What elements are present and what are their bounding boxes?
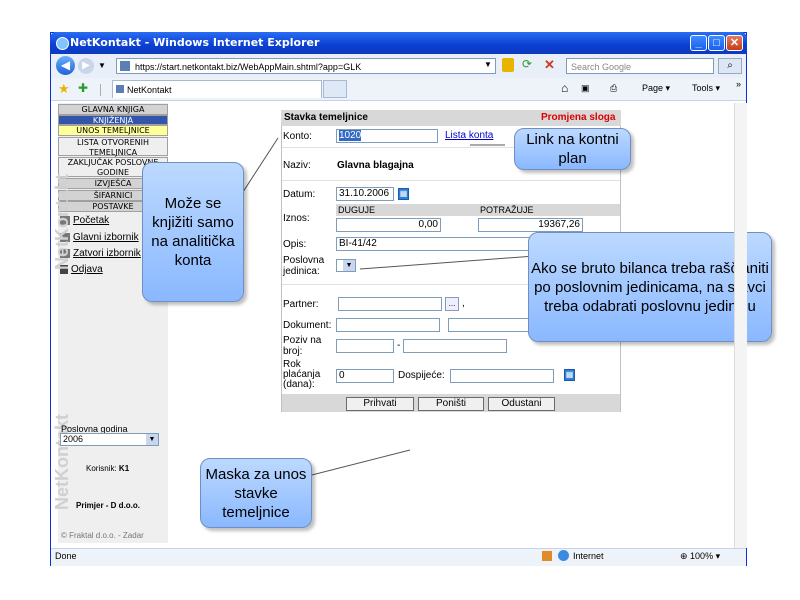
chevron-down-icon: ▼	[146, 434, 158, 445]
partner-lookup-button[interactable]: ...	[445, 297, 459, 311]
window-title: NetKontakt - Windows Internet Explorer	[70, 36, 320, 49]
partner-comma: ,	[462, 298, 465, 309]
naziv-value: Glavna blagajna	[337, 160, 414, 171]
page-icon	[120, 61, 130, 71]
konto-label: Konto:	[283, 131, 312, 142]
zoom-value: 100%	[690, 551, 714, 561]
callout-maska: Maska za unos stavke temeljnice	[200, 458, 312, 528]
feeds-icon[interactable]: ▣	[581, 83, 590, 94]
duguje-header: DUGUJE	[336, 204, 478, 216]
page-menu[interactable]: Page ▾	[642, 83, 670, 94]
minimize-button[interactable]: _	[690, 35, 707, 51]
chevron-down-icon: ▼	[343, 260, 355, 271]
dospijece-label: Dospijeće:	[398, 370, 445, 381]
browser-tab[interactable]: NetKontakt	[112, 80, 322, 98]
add-favorites-icon[interactable]: ✚	[78, 81, 88, 95]
poziv-label: Poziv na broj:	[283, 335, 322, 357]
refresh-icon[interactable]: ⟳	[522, 57, 532, 71]
opis-input[interactable]: BI-41/42	[336, 237, 536, 251]
rok-label: Rok plaćanja (dana):	[283, 359, 321, 390]
dospijece-input[interactable]	[450, 369, 554, 383]
poziv-separator: -	[397, 340, 401, 351]
ponisti-button[interactable]: Poništi	[418, 397, 484, 411]
odustani-button[interactable]: Odustani	[488, 397, 555, 411]
poziv-input-1[interactable]	[336, 339, 394, 353]
partner-label: Partner:	[283, 299, 319, 310]
callout-analitika: Može se knjižiti samo na analitička kont…	[142, 162, 244, 302]
user-value: K1	[118, 464, 130, 473]
konto-input[interactable]: 1020	[336, 129, 438, 143]
vertical-scrollbar[interactable]	[734, 103, 747, 548]
tab-page-icon	[116, 85, 124, 93]
forward-button[interactable]: ▶	[78, 58, 94, 74]
jedinica-select[interactable]: ▼	[336, 259, 356, 272]
naziv-label: Naziv:	[283, 160, 311, 171]
sidebar-menu-item[interactable]: GLAVNA KNJIGA	[58, 104, 168, 115]
datum-label: Datum:	[283, 189, 316, 200]
form-separator	[282, 180, 620, 181]
tools-menu-label: Tools	[692, 83, 714, 93]
page-menu-label: Page	[642, 83, 664, 93]
status-bar	[51, 548, 746, 566]
user-label-text: Korisnik:	[86, 464, 117, 473]
zoom-control[interactable]: ⊕ 100% ▾	[680, 551, 720, 562]
sidebar-link-label: Početak	[73, 215, 110, 226]
search-input[interactable]: Search Google	[566, 58, 714, 74]
partner-input[interactable]	[338, 297, 442, 311]
chevron-right-icon[interactable]: »	[736, 79, 741, 89]
sidebar-link-label: Glavni izbornik	[73, 232, 139, 243]
home-icon[interactable]: ⌂	[561, 81, 568, 95]
stop-icon[interactable]: ✕	[544, 57, 555, 73]
history-dropdown-icon[interactable]: ▼	[98, 61, 106, 70]
company-name: Primjer - D d.o.o.	[76, 501, 141, 510]
rok-input[interactable]: 0	[336, 369, 394, 383]
watermark-logo: NetKontakt	[52, 173, 72, 270]
sidebar-menu-item[interactable]: KNJIŽENJA	[58, 115, 168, 125]
konto-value: 1020	[339, 130, 362, 141]
address-dropdown-icon[interactable]: ▼	[484, 60, 492, 69]
maximize-button[interactable]: □	[708, 35, 725, 51]
form-title: Stavka temeljnice	[284, 112, 368, 123]
prihvati-button[interactable]: Prihvati	[346, 397, 414, 411]
zone-text: Internet	[573, 551, 604, 561]
lista-konta-link[interactable]: Lista konta	[445, 130, 493, 141]
jedinica-label: Poslovna jedinica:	[283, 255, 325, 277]
address-input[interactable]: https://start.netkontakt.biz/WebAppMain.…	[116, 58, 496, 74]
form-mode: Promjena sloga	[541, 112, 616, 123]
popup-blocker-icon	[542, 551, 552, 561]
sidebar-link-label: Odjava	[71, 264, 103, 275]
new-tab-button[interactable]	[323, 80, 347, 98]
callout-link: Link na kontni plan	[514, 128, 631, 170]
copyright: © Fraktal d.o.o. - Zadar	[61, 531, 144, 540]
back-button[interactable]: ◀	[56, 56, 75, 75]
year-value: 2006	[63, 434, 84, 444]
dokument-input-2[interactable]	[448, 318, 538, 332]
ie-logo-icon	[56, 37, 69, 50]
iznos-label: Iznos:	[283, 213, 310, 224]
year-select[interactable]: 2006 ▼	[60, 433, 159, 446]
sidebar-menu-item[interactable]: UNOS TEMELJNICE	[58, 125, 168, 136]
globe-icon	[558, 550, 569, 561]
lock-icon[interactable]	[502, 58, 514, 72]
datum-input[interactable]: 31.10.2006	[336, 187, 394, 201]
search-icon[interactable]: ⌕	[718, 58, 742, 74]
tools-menu[interactable]: Tools ▾	[692, 83, 720, 94]
status-text: Done	[55, 551, 77, 561]
calendar-icon[interactable]: ▦	[398, 188, 409, 200]
opis-label: Opis:	[283, 239, 307, 250]
poziv-input-2[interactable]	[403, 339, 507, 353]
calendar-icon[interactable]: ▦	[564, 369, 575, 381]
close-button[interactable]: ✕	[726, 35, 743, 51]
potrazuje-header: POTRAŽUJE	[478, 204, 620, 216]
duguje-input[interactable]: 0,00	[336, 218, 441, 232]
potrazuje-input[interactable]: 19367,26	[478, 218, 583, 232]
sidebar-link-label: Zatvori izbornik	[73, 248, 141, 259]
dokument-label: Dokument:	[283, 320, 332, 331]
favorites-star-icon[interactable]: ★	[58, 81, 70, 97]
print-icon[interactable]: ⎙	[610, 83, 617, 94]
user-label: Korisnik: K1	[86, 464, 129, 473]
toolbar-divider	[100, 84, 101, 96]
sidebar-menu-item[interactable]: LISTA OTVORENIH TEMELJNICA	[58, 137, 168, 157]
dokument-input[interactable]	[336, 318, 440, 332]
